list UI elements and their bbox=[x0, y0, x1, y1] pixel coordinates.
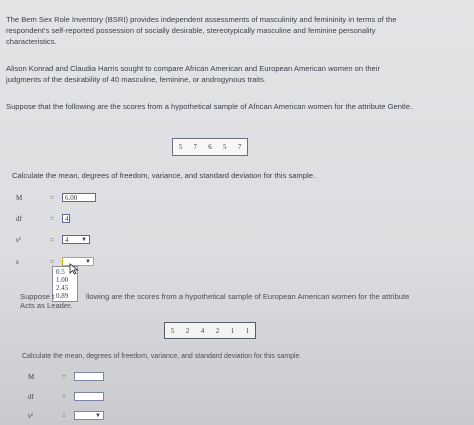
score-value: 7 bbox=[193, 143, 197, 151]
calc1-instruction: Calculate the mean, degrees of freedom, … bbox=[12, 171, 316, 180]
score-value: 2 bbox=[185, 326, 190, 335]
mean-input[interactable]: 6.00 bbox=[62, 193, 96, 202]
variance-select-2[interactable]: ▼ bbox=[74, 411, 104, 420]
variance-select[interactable]: 4 ▼ bbox=[62, 235, 90, 244]
para4-suffix: llowing are the scores from a hypothetic… bbox=[86, 292, 410, 301]
row-label: s² bbox=[28, 411, 33, 420]
df-input[interactable]: 4 bbox=[62, 214, 70, 223]
dropdown-option[interactable]: 0.89 bbox=[56, 292, 74, 300]
score-value: 5 bbox=[178, 143, 183, 151]
para4-line2: Acts as Leader. bbox=[20, 301, 73, 310]
intro-paragraph-3: Suppose that the following are the score… bbox=[6, 102, 413, 111]
equals-sign: = bbox=[62, 411, 66, 420]
row-label: df bbox=[28, 392, 34, 401]
row-label: M bbox=[16, 193, 23, 202]
calc1-row-df: df = 4 bbox=[16, 214, 70, 223]
dropdown-option[interactable]: 1.00 bbox=[56, 276, 74, 284]
score-value: 4 bbox=[200, 326, 205, 335]
calc2-row-df: df = bbox=[28, 392, 104, 401]
calc2-row-variance: s² = ▼ bbox=[28, 411, 104, 420]
row-label: M bbox=[28, 372, 35, 381]
equals-sign: = bbox=[62, 392, 66, 401]
score-value: 5 bbox=[223, 143, 227, 151]
calc2-row-mean: M = bbox=[28, 372, 104, 381]
equals-sign: = bbox=[50, 235, 54, 244]
score-value: 1 bbox=[245, 326, 250, 335]
score-value: 6 bbox=[208, 143, 212, 151]
mouse-cursor-icon bbox=[69, 263, 79, 275]
score-value: 5 bbox=[170, 326, 175, 335]
equals-sign: = bbox=[50, 257, 54, 266]
chevron-down-icon: ▼ bbox=[81, 236, 87, 243]
dropdown-option[interactable]: 2.45 bbox=[56, 284, 74, 292]
calc1-row-mean: M = 6.00 bbox=[16, 193, 96, 202]
row-label: df bbox=[16, 214, 22, 223]
equals-sign: = bbox=[50, 214, 54, 223]
equals-sign: = bbox=[62, 372, 66, 381]
chevron-down-icon: ▼ bbox=[95, 412, 101, 419]
intro-paragraph-2: Alison Konrad and Claudia Harris sought … bbox=[6, 64, 380, 84]
score-value: 7 bbox=[237, 143, 242, 151]
mean-input-2[interactable] bbox=[74, 372, 104, 381]
calc1-row-sd: s = ▼ bbox=[16, 257, 94, 266]
intro-paragraph-1: The Bem Sex Role Inventory (BSRI) provid… bbox=[6, 15, 397, 46]
calc2-instruction: Calculate the mean, degrees of freedom, … bbox=[22, 353, 302, 360]
equals-sign: = bbox=[50, 193, 54, 202]
df-input-2[interactable] bbox=[74, 392, 104, 401]
row-label: s bbox=[16, 257, 19, 266]
chevron-down-icon: ▼ bbox=[85, 258, 91, 265]
score-value: 1 bbox=[230, 326, 235, 335]
calc1-row-variance: s² = 4 ▼ bbox=[16, 235, 90, 244]
sample1-scores-box: 5 7 6 5 7 bbox=[172, 138, 248, 156]
variance-value: 4 bbox=[65, 235, 69, 244]
sample2-scores-box: 5 2 4 2 1 1 bbox=[164, 322, 256, 339]
score-value: 2 bbox=[215, 326, 220, 335]
row-label: s² bbox=[16, 235, 21, 244]
